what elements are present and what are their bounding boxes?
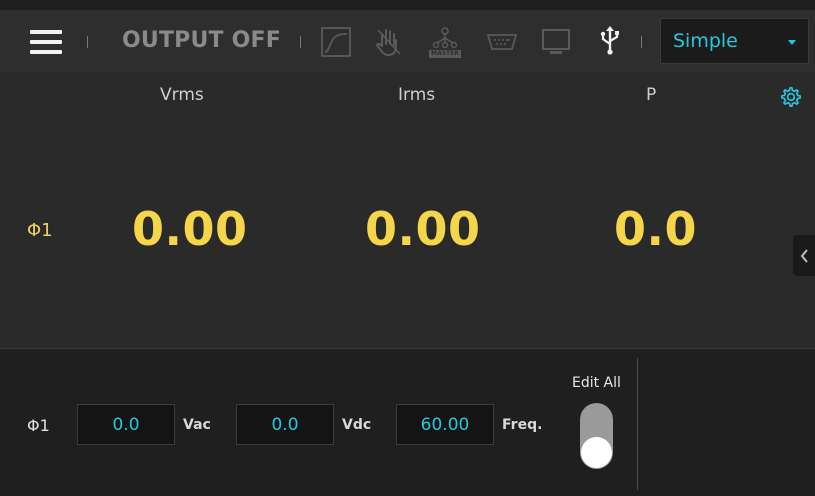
top-toolbar: OUTPUT OFF MASTER Simple: [0, 10, 815, 72]
edit-all-toggle[interactable]: [580, 403, 613, 469]
master-icon[interactable]: MASTER: [429, 26, 461, 58]
control-phase-label: Φ1: [27, 416, 50, 435]
irms-value: 0.00: [365, 202, 481, 256]
edit-all-label: Edit All: [572, 375, 621, 391]
usb-icon[interactable]: [594, 24, 626, 56]
power-value: 0.0: [614, 202, 697, 256]
vdc-unit: Vdc: [342, 417, 372, 433]
vertical-divider: [637, 358, 638, 490]
mode-select[interactable]: Simple: [660, 18, 809, 64]
gear-icon[interactable]: [780, 86, 802, 108]
column-header-p: P: [646, 85, 657, 105]
panel-divider: [0, 348, 815, 349]
side-panel-toggle[interactable]: [793, 235, 815, 276]
monitor-icon[interactable]: [540, 26, 572, 58]
hamburger-menu-icon[interactable]: [30, 30, 62, 54]
column-header-vrms: Vrms: [160, 85, 204, 105]
phase-label: Φ1: [27, 220, 53, 241]
toolbar-separator: [641, 36, 642, 48]
frequency-unit: Freq.: [502, 417, 543, 433]
vrms-value: 0.00: [132, 202, 248, 256]
toolbar-separator: [87, 36, 88, 48]
chevron-down-icon: [788, 40, 796, 45]
hand-icon[interactable]: [373, 26, 405, 58]
toolbar-separator: [300, 36, 301, 48]
chevron-left-icon: [800, 248, 808, 263]
frequency-input[interactable]: 60.00: [396, 404, 494, 445]
mode-select-value: Simple: [673, 30, 738, 52]
measurement-panel: Vrms Irms P Φ1 0.00 0.00 0.0: [0, 72, 815, 348]
waveform-icon[interactable]: [320, 26, 352, 58]
serial-port-icon[interactable]: [486, 26, 518, 58]
toggle-knob: [581, 437, 612, 468]
vac-unit: Vac: [183, 417, 211, 433]
vdc-input[interactable]: 0.0: [236, 404, 334, 445]
output-status[interactable]: OUTPUT OFF: [122, 28, 281, 53]
master-icon-label: MASTER: [429, 49, 461, 58]
vac-input[interactable]: 0.0: [77, 404, 175, 445]
column-header-irms: Irms: [398, 85, 436, 105]
